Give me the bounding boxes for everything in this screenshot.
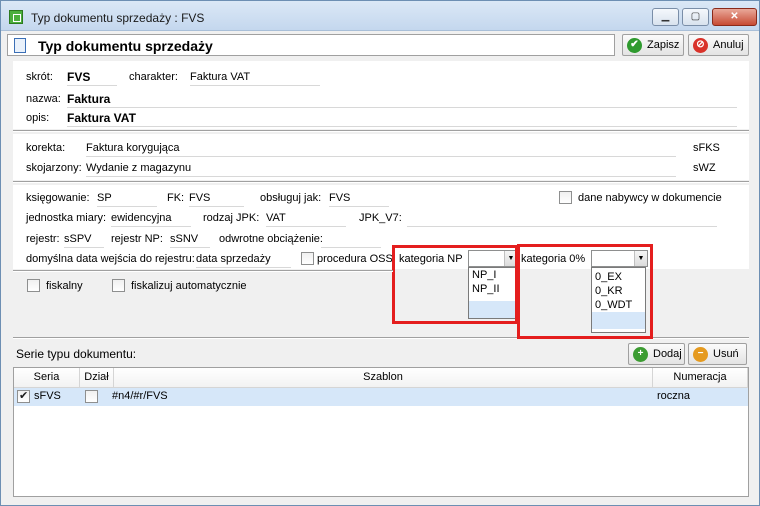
skojarzony-code: sWZ [693,162,716,174]
seria-checkbox[interactable] [17,389,30,403]
opis-value[interactable]: Faktura VAT [67,111,136,125]
cancel-label: Anuluj [713,39,744,51]
remove-button[interactable]: − Usuń [688,343,747,365]
data-wejscia-value[interactable]: data sprzedaży [196,253,271,265]
save-button[interactable]: ✔ Zapisz [622,34,684,56]
dialog-window: Typ dokumentu sprzedaży : FVS ▁ ▢ ✕ Typ … [0,0,760,506]
rejestr-label: rejestr: [26,233,60,245]
opis-label: opis: [26,112,50,124]
column-header-dzial[interactable]: Dział [80,368,114,388]
jednostka-value[interactable]: ewidencyjna [111,212,172,224]
fiskalizuj-checkbox[interactable] [112,279,125,292]
procedura-oss-label: procedura OSS [317,253,393,265]
rejestr-value[interactable]: sSPV [64,233,92,245]
dane-nabywcy-checkbox[interactable] [559,191,572,204]
numeracja-cell: roczna [657,390,691,402]
charakter-label: charakter: [129,71,178,83]
remove-label: Usuń [713,348,739,360]
general-section: skrót: FVS charakter: Faktura VAT nazwa:… [13,61,749,129]
cancel-button[interactable]: ⊘ Anuluj [688,34,749,56]
fiskalny-label: fiskalny [46,280,83,292]
odwrotne-label: odwrotne obciążenie: [219,233,323,245]
ksiegowanie-label: księgowanie: [26,192,90,204]
dzial-checkbox[interactable] [85,390,98,403]
ksiegowanie-value[interactable]: SP [97,192,112,204]
column-header-seria[interactable]: Seria [14,368,80,388]
procedura-oss-checkbox[interactable] [301,252,314,265]
header-bar: Typ dokumentu sprzedaży [7,34,615,56]
skojarzony-value[interactable]: Wydanie z magazynu [86,162,191,174]
table-row[interactable]: sFVS #n4/#r/FVS roczna [14,388,748,406]
minimize-button[interactable]: ▁ [652,8,679,26]
column-header-numeracja[interactable]: Numeracja [653,368,748,388]
jpk-v7-label: JPK_V7: [359,212,402,224]
app-icon [9,10,23,24]
column-header-szablon[interactable]: Szablon [114,368,653,388]
nazwa-label: nazwa: [26,93,61,105]
data-wejscia-label: domyślna data wejścia do rejestru: [26,253,195,265]
save-label: Zapisz [647,39,680,51]
skrot-label: skrót: [26,71,53,83]
rejestr-np-value[interactable]: sSNV [170,233,198,245]
add-button[interactable]: + Dodaj [628,343,685,365]
korekta-code: sFKS [693,142,720,154]
fiskalizuj-label: fiskalizuj automatycznie [131,280,247,292]
rodzaj-jpk-value[interactable]: VAT [266,212,286,224]
fk-value[interactable]: FVS [189,192,210,204]
close-button[interactable]: ✕ [712,8,757,26]
highlight-box-zero [517,244,653,339]
series-section-label: Serie typu dokumentu: [16,347,137,361]
dane-nabywcy-label: dane nabywcy w dokumencie [578,192,722,204]
related-section: korekta: Faktura korygująca sFKS skojarz… [13,134,749,180]
fiskalny-checkbox[interactable] [27,279,40,292]
nazwa-value[interactable]: Faktura [67,92,110,106]
jednostka-label: jednostka miary: [26,212,107,224]
checkmark-icon: ✔ [627,38,642,53]
rejestr-np-label: rejestr NP: [111,233,163,245]
series-table[interactable]: Seria Dział Szablon Numeracja sFVS #n4/#… [13,367,749,497]
add-label: Dodaj [653,348,682,360]
document-icon [14,38,26,53]
cancel-icon: ⊘ [693,38,708,53]
korekta-label: korekta: [26,142,66,154]
maximize-button[interactable]: ▢ [682,8,709,26]
highlight-box-np [392,245,518,324]
minus-icon: − [693,347,708,362]
skojarzony-label: skojarzony: [26,162,82,174]
obsluguj-label: obsługuj jak: [260,192,322,204]
skrot-value[interactable]: FVS [67,70,90,84]
title-bar[interactable]: Typ dokumentu sprzedaży : FVS ▁ ▢ ✕ [1,1,759,31]
korekta-value[interactable]: Faktura korygująca [86,142,180,154]
fk-label: FK: [167,192,185,204]
szablon-cell: #n4/#r/FVS [112,390,168,402]
window-title: Typ dokumentu sprzedaży : FVS [31,11,205,25]
rodzaj-jpk-label: rodzaj JPK: [203,212,260,224]
charakter-value[interactable]: Faktura VAT [190,71,250,83]
page-title: Typ dokumentu sprzedaży [38,38,213,54]
obsluguj-value[interactable]: FVS [329,192,350,204]
plus-icon: + [633,347,648,362]
seria-cell: sFVS [34,390,61,402]
